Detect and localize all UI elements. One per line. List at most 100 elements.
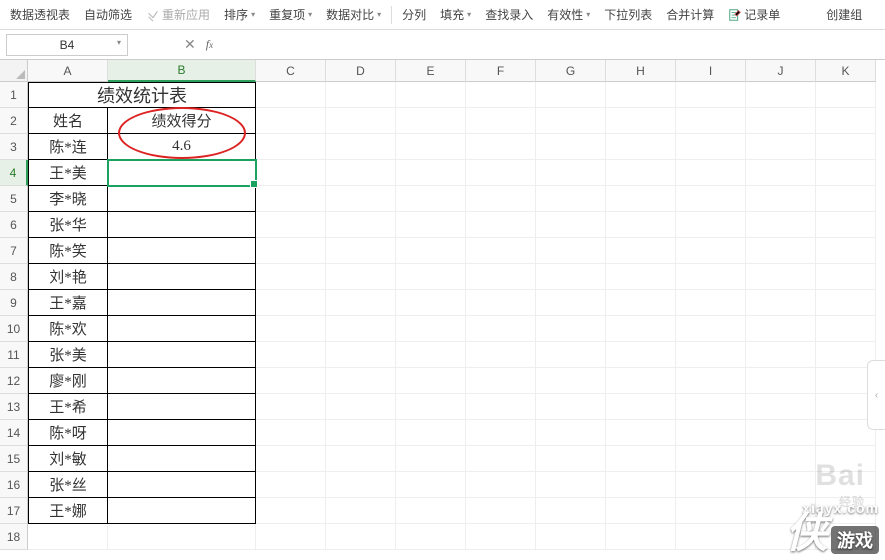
cell-E17[interactable] xyxy=(396,498,466,524)
cell-F17[interactable] xyxy=(466,498,536,524)
cell-H18[interactable] xyxy=(606,524,676,550)
cell-D15[interactable] xyxy=(326,446,396,472)
cell-I14[interactable] xyxy=(676,420,746,446)
cell-K2[interactable] xyxy=(816,108,876,134)
consolidate-button[interactable]: 合并计算 xyxy=(660,2,720,28)
column-header-E[interactable]: E xyxy=(396,60,466,82)
cell-H1[interactable] xyxy=(606,82,676,108)
cell-K4[interactable] xyxy=(816,160,876,186)
cell-J7[interactable] xyxy=(746,238,816,264)
reapply-button[interactable]: 重新应用 xyxy=(140,2,216,28)
cell-B7[interactable] xyxy=(108,238,256,264)
cell-F14[interactable] xyxy=(466,420,536,446)
cell-D17[interactable] xyxy=(326,498,396,524)
cell-B12[interactable] xyxy=(108,368,256,394)
autofilter-button[interactable]: 自动筛选 xyxy=(78,2,138,28)
cell-A13[interactable]: 王*希 xyxy=(28,394,108,420)
row-header-11[interactable]: 11 xyxy=(0,342,28,368)
cell-E8[interactable] xyxy=(396,264,466,290)
row-header-17[interactable]: 17 xyxy=(0,498,28,524)
cell-B11[interactable] xyxy=(108,342,256,368)
row-header-5[interactable]: 5 xyxy=(0,186,28,212)
cell-H17[interactable] xyxy=(606,498,676,524)
cell-I7[interactable] xyxy=(676,238,746,264)
column-header-F[interactable]: F xyxy=(466,60,536,82)
cell-F8[interactable] xyxy=(466,264,536,290)
cell-I17[interactable] xyxy=(676,498,746,524)
cell-H2[interactable] xyxy=(606,108,676,134)
cell-K3[interactable] xyxy=(816,134,876,160)
cell-B15[interactable] xyxy=(108,446,256,472)
cell-J1[interactable] xyxy=(746,82,816,108)
cell-K8[interactable] xyxy=(816,264,876,290)
cell-F10[interactable] xyxy=(466,316,536,342)
column-header-I[interactable]: I xyxy=(676,60,746,82)
cell-B10[interactable] xyxy=(108,316,256,342)
cell-A5[interactable]: 李*晓 xyxy=(28,186,108,212)
cell-H6[interactable] xyxy=(606,212,676,238)
pivot-table-button[interactable]: 数据透视表 xyxy=(4,2,76,28)
cell-G14[interactable] xyxy=(536,420,606,446)
cell-I10[interactable] xyxy=(676,316,746,342)
cell-C1[interactable] xyxy=(256,82,326,108)
cell-K10[interactable] xyxy=(816,316,876,342)
row-header-1[interactable]: 1 xyxy=(0,82,28,108)
cell-E16[interactable] xyxy=(396,472,466,498)
cell-D12[interactable] xyxy=(326,368,396,394)
cell-B5[interactable] xyxy=(108,186,256,212)
cell-G9[interactable] xyxy=(536,290,606,316)
column-header-D[interactable]: D xyxy=(326,60,396,82)
cell-D3[interactable] xyxy=(326,134,396,160)
cell-I4[interactable] xyxy=(676,160,746,186)
cell-E6[interactable] xyxy=(396,212,466,238)
row-header-4[interactable]: 4 xyxy=(0,160,28,186)
cell-G17[interactable] xyxy=(536,498,606,524)
row-header-12[interactable]: 12 xyxy=(0,368,28,394)
column-header-G[interactable]: G xyxy=(536,60,606,82)
cell-C9[interactable] xyxy=(256,290,326,316)
cell-I2[interactable] xyxy=(676,108,746,134)
cell-H9[interactable] xyxy=(606,290,676,316)
cell-C18[interactable] xyxy=(256,524,326,550)
cell-E13[interactable] xyxy=(396,394,466,420)
cell-J4[interactable] xyxy=(746,160,816,186)
cell-C12[interactable] xyxy=(256,368,326,394)
cell-A14[interactable]: 陈*呀 xyxy=(28,420,108,446)
cell-C7[interactable] xyxy=(256,238,326,264)
cell-A2[interactable]: 姓名 xyxy=(28,108,108,134)
cell-F2[interactable] xyxy=(466,108,536,134)
cell-J11[interactable] xyxy=(746,342,816,368)
cell-A8[interactable]: 刘*艳 xyxy=(28,264,108,290)
cell-J14[interactable] xyxy=(746,420,816,446)
cell-K6[interactable] xyxy=(816,212,876,238)
column-header-J[interactable]: J xyxy=(746,60,816,82)
cell-B4[interactable] xyxy=(108,160,256,186)
fill-button[interactable]: 填充▾ xyxy=(434,2,477,28)
column-header-K[interactable]: K xyxy=(816,60,876,82)
cell-G6[interactable] xyxy=(536,212,606,238)
cell-G13[interactable] xyxy=(536,394,606,420)
cell-F3[interactable] xyxy=(466,134,536,160)
cell-G12[interactable] xyxy=(536,368,606,394)
cell-K7[interactable] xyxy=(816,238,876,264)
data-compare-button[interactable]: 数据对比▾ xyxy=(320,2,387,28)
cell-B8[interactable] xyxy=(108,264,256,290)
cell-D7[interactable] xyxy=(326,238,396,264)
cell-A15[interactable]: 刘*敏 xyxy=(28,446,108,472)
cell-D11[interactable] xyxy=(326,342,396,368)
cell-C11[interactable] xyxy=(256,342,326,368)
cell-I15[interactable] xyxy=(676,446,746,472)
cell-G3[interactable] xyxy=(536,134,606,160)
cell-I13[interactable] xyxy=(676,394,746,420)
cell-A6[interactable]: 张*华 xyxy=(28,212,108,238)
cell-J9[interactable] xyxy=(746,290,816,316)
column-header-A[interactable]: A xyxy=(28,60,108,82)
cell-K1[interactable] xyxy=(816,82,876,108)
row-header-8[interactable]: 8 xyxy=(0,264,28,290)
cell-H8[interactable] xyxy=(606,264,676,290)
cell-D14[interactable] xyxy=(326,420,396,446)
cell-C6[interactable] xyxy=(256,212,326,238)
cell-D9[interactable] xyxy=(326,290,396,316)
fx-icon[interactable]: fx xyxy=(206,37,213,52)
row-header-14[interactable]: 14 xyxy=(0,420,28,446)
